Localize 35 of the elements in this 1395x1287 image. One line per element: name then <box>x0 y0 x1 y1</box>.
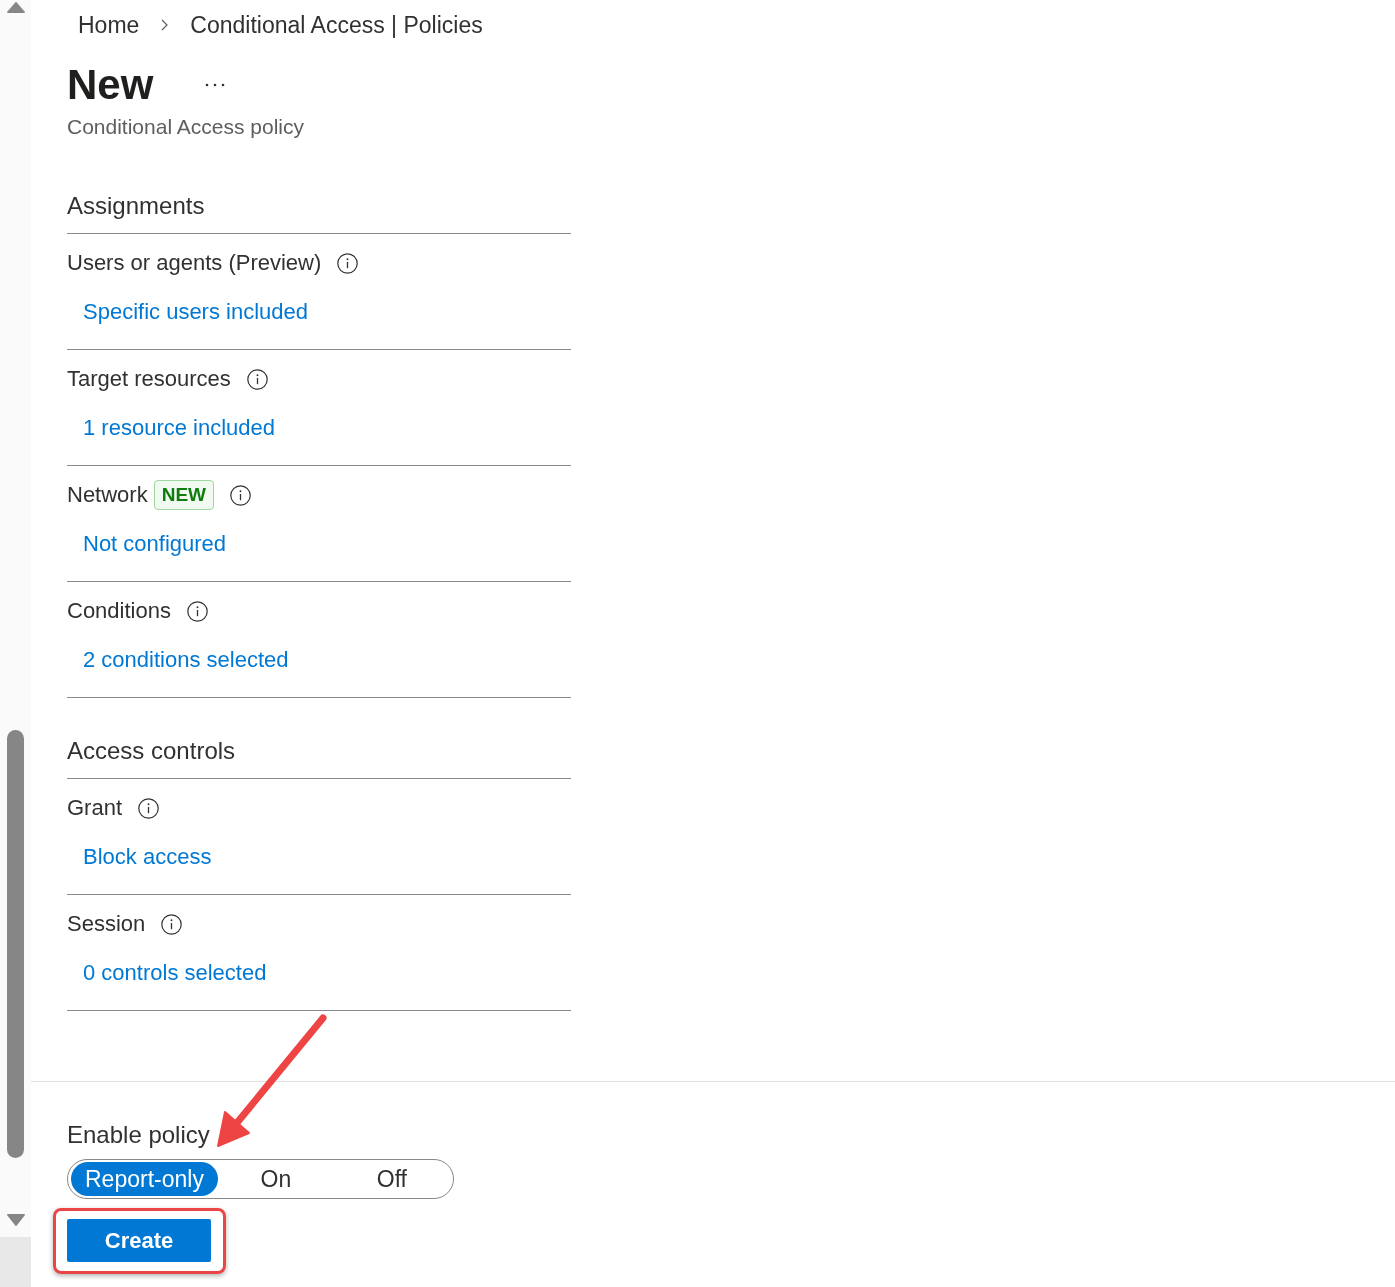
setting-label: Session <box>67 910 146 938</box>
toggle-option[interactable]: Report-only <box>71 1162 218 1196</box>
scroll-up-icon[interactable] <box>6 2 25 13</box>
more-icon[interactable] <box>205 83 226 87</box>
enable-policy-label: Enable policy <box>67 1120 210 1150</box>
scroll-down-icon[interactable] <box>6 1214 25 1226</box>
page-title: New <box>67 60 154 110</box>
info-icon[interactable] <box>186 600 208 622</box>
scrollbar-thumb[interactable] <box>7 730 24 1158</box>
setting-label: Network <box>67 481 148 509</box>
breadcrumb-link[interactable]: Conditional Access | Policies <box>190 11 483 39</box>
info-icon[interactable] <box>246 368 268 390</box>
section-heading: Access controls <box>67 736 236 766</box>
setting-value-link[interactable]: 2 conditions selected <box>83 646 289 674</box>
breadcrumb-link[interactable]: Home <box>78 11 140 39</box>
new-badge: NEW <box>153 480 214 510</box>
info-icon[interactable] <box>230 484 251 506</box>
chevron-right-icon <box>161 19 169 31</box>
toggle-option[interactable]: On <box>217 1162 334 1196</box>
section-heading: Assignments <box>67 191 205 221</box>
setting-label: Conditions <box>67 597 171 625</box>
create-button[interactable]: Create <box>67 1219 211 1262</box>
page-subtitle: Conditional Access policy <box>67 114 304 140</box>
setting-value-link[interactable]: 0 controls selected <box>83 959 267 987</box>
setting-value-link[interactable]: Block access <box>83 843 212 871</box>
info-icon[interactable] <box>337 252 359 274</box>
setting-label: Grant <box>67 794 123 822</box>
setting-value-link[interactable]: Specific users included <box>83 298 308 326</box>
info-icon[interactable] <box>138 797 160 819</box>
setting-value-link[interactable]: 1 resource included <box>83 414 275 442</box>
info-icon[interactable] <box>161 913 183 935</box>
setting-label: Target resources <box>67 365 231 393</box>
setting-value-link[interactable]: Not configured <box>83 530 227 558</box>
toggle-option[interactable]: Off <box>333 1162 450 1196</box>
setting-label: Users or agents (Preview) <box>67 249 322 277</box>
